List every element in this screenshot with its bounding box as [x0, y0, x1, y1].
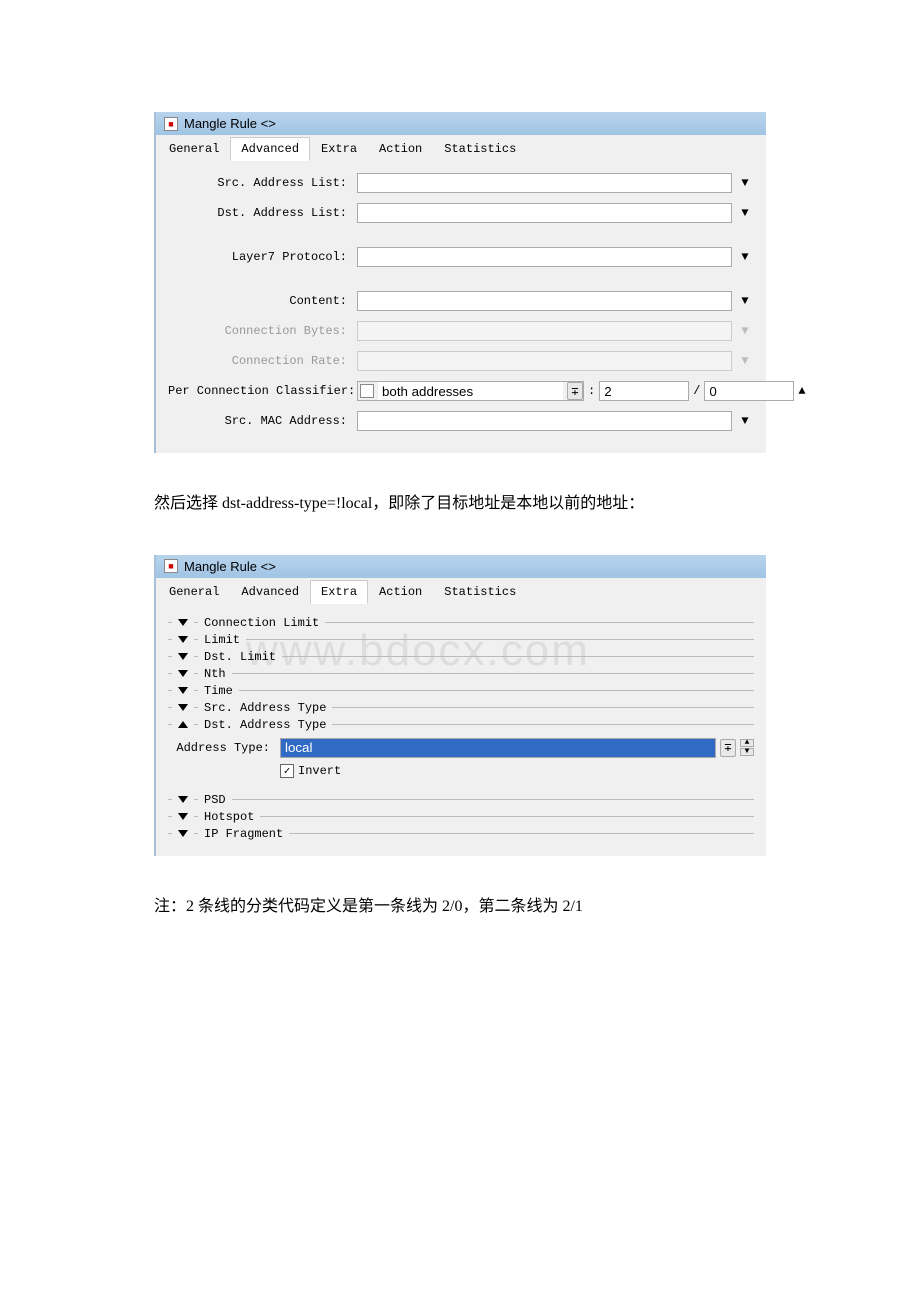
titlebar[interactable]: ■ Mangle Rule <>: [156, 555, 766, 578]
src-mac-input[interactable]: [357, 411, 732, 431]
window-icon: ■: [164, 559, 178, 573]
chevron-down-icon: [178, 670, 188, 677]
tab-body-advanced: Src. Address List: ▼ Dst. Address List: …: [156, 161, 766, 453]
section-line-right: [325, 622, 754, 623]
window-icon: ■: [164, 117, 178, 131]
src-address-list-label: Src. Address List:: [168, 176, 353, 190]
section-title: Src. Address Type: [204, 701, 326, 715]
layer7-expand-icon[interactable]: ▼: [736, 248, 754, 266]
mangle-rule-window-extra: ■ Mangle Rule <> General Advanced Extra …: [154, 555, 766, 856]
conn-rate-label: Connection Rate:: [168, 354, 353, 368]
address-type-label: Address Type:: [168, 741, 276, 755]
tab-advanced[interactable]: Advanced: [230, 137, 310, 161]
section-time[interactable]: Time: [168, 684, 754, 698]
chevron-down-icon: [178, 653, 188, 660]
tab-advanced[interactable]: Advanced: [230, 580, 310, 604]
section-dst-limit[interactable]: Dst. Limit: [168, 650, 754, 664]
section-nth[interactable]: Nth: [168, 667, 754, 681]
dst-address-list-input[interactable]: [357, 203, 732, 223]
tab-extra[interactable]: Extra: [310, 580, 368, 604]
section-dst-address-type-body: Address Type: ∓ ▲ ▼ ✓ Invert: [168, 732, 754, 790]
pcc-selector-dropdown-icon[interactable]: ∓: [567, 382, 583, 400]
narrative-1: 然后选择 dst-address-type=!local，即除了目标地址是本地以…: [154, 491, 766, 517]
tab-extra[interactable]: Extra: [310, 137, 368, 161]
tab-statistics[interactable]: Statistics: [433, 580, 527, 604]
chevron-down-icon: [178, 619, 188, 626]
section-dst-address-type[interactable]: Dst. Address Type: [168, 718, 754, 732]
pcc-num1-input[interactable]: [599, 381, 689, 401]
section-title: Limit: [204, 633, 240, 647]
spin-down-icon[interactable]: ▼: [740, 748, 754, 756]
tab-action[interactable]: Action: [368, 137, 433, 161]
tab-general[interactable]: General: [158, 137, 230, 161]
tab-general[interactable]: General: [158, 580, 230, 604]
chevron-down-icon: [178, 813, 188, 820]
conn-bytes-input: [357, 321, 732, 341]
layer7-input[interactable]: [357, 247, 732, 267]
chevron-down-icon: [178, 704, 188, 711]
dst-address-list-expand-icon[interactable]: ▼: [736, 204, 754, 222]
pcc-num2-input[interactable]: [704, 381, 794, 401]
section-title: PSD: [204, 793, 226, 807]
section-title: IP Fragment: [204, 827, 283, 841]
conn-bytes-label: Connection Bytes:: [168, 324, 353, 338]
section-src-address-type[interactable]: Src. Address Type: [168, 701, 754, 715]
src-address-list-expand-icon[interactable]: ▼: [736, 174, 754, 192]
pcc-colon: :: [588, 384, 595, 398]
invert-checkbox[interactable]: ✓: [280, 764, 294, 778]
section-connection-limit[interactable]: Connection Limit: [168, 616, 754, 630]
tabs-bar: General Advanced Extra Action Statistics: [156, 578, 766, 604]
conn-bytes-expand-icon: ▼: [736, 322, 754, 340]
pcc-slash: /: [693, 384, 700, 398]
section-line-left: [168, 622, 172, 623]
mangle-rule-window-advanced: ■ Mangle Rule <> General Advanced Extra …: [154, 112, 766, 453]
src-mac-label: Src. MAC Address:: [168, 414, 353, 428]
content-label: Content:: [168, 294, 353, 308]
titlebar[interactable]: ■ Mangle Rule <>: [156, 112, 766, 135]
tabs-bar: General Advanced Extra Action Statistics: [156, 135, 766, 161]
section-title: Time: [204, 684, 233, 698]
pcc-label: Per Connection Classifier:: [168, 384, 353, 398]
src-mac-expand-icon[interactable]: ▼: [736, 412, 754, 430]
chevron-down-icon: [178, 796, 188, 803]
invert-label: Invert: [298, 764, 341, 778]
dst-address-list-label: Dst. Address List:: [168, 206, 353, 220]
tab-action[interactable]: Action: [368, 580, 433, 604]
narrative-2: 注：2 条线的分类代码定义是第一条线为 2/0，第二条线为 2/1: [154, 894, 766, 920]
tab-statistics[interactable]: Statistics: [433, 137, 527, 161]
conn-rate-input: [357, 351, 732, 371]
tab-body-extra: www.bdocx.com Connection Limit Limit: [156, 604, 766, 856]
content-expand-icon[interactable]: ▼: [736, 292, 754, 310]
chevron-down-icon: [178, 636, 188, 643]
chevron-down-icon: [178, 687, 188, 694]
chevron-down-icon: [178, 830, 188, 837]
chevron-up-icon: [178, 721, 188, 728]
pcc-selector-input[interactable]: [378, 382, 563, 400]
window-title: Mangle Rule <>: [184, 559, 276, 574]
window-title: Mangle Rule <>: [184, 116, 276, 131]
section-title: Connection Limit: [204, 616, 319, 630]
section-title: Dst. Limit: [204, 650, 276, 664]
pcc-collapse-icon[interactable]: ▲: [798, 382, 805, 400]
src-address-list-input[interactable]: [357, 173, 732, 193]
conn-rate-expand-icon: ▼: [736, 352, 754, 370]
section-hotspot[interactable]: Hotspot: [168, 810, 754, 824]
section-title: Hotspot: [204, 810, 254, 824]
layer7-label: Layer7 Protocol:: [168, 250, 353, 264]
address-type-dropdown-icon[interactable]: ∓: [720, 739, 736, 757]
section-title: Dst. Address Type: [204, 718, 326, 732]
section-ip-fragment[interactable]: IP Fragment: [168, 827, 754, 841]
section-psd[interactable]: PSD: [168, 793, 754, 807]
content-input[interactable]: [357, 291, 732, 311]
pcc-invert-checkbox[interactable]: [360, 384, 374, 398]
section-limit[interactable]: Limit: [168, 633, 754, 647]
address-type-input[interactable]: [280, 738, 716, 758]
section-line-mid: [194, 622, 198, 623]
section-title: Nth: [204, 667, 226, 681]
address-type-spinner[interactable]: ▲ ▼: [740, 739, 754, 756]
spin-up-icon[interactable]: ▲: [740, 739, 754, 747]
